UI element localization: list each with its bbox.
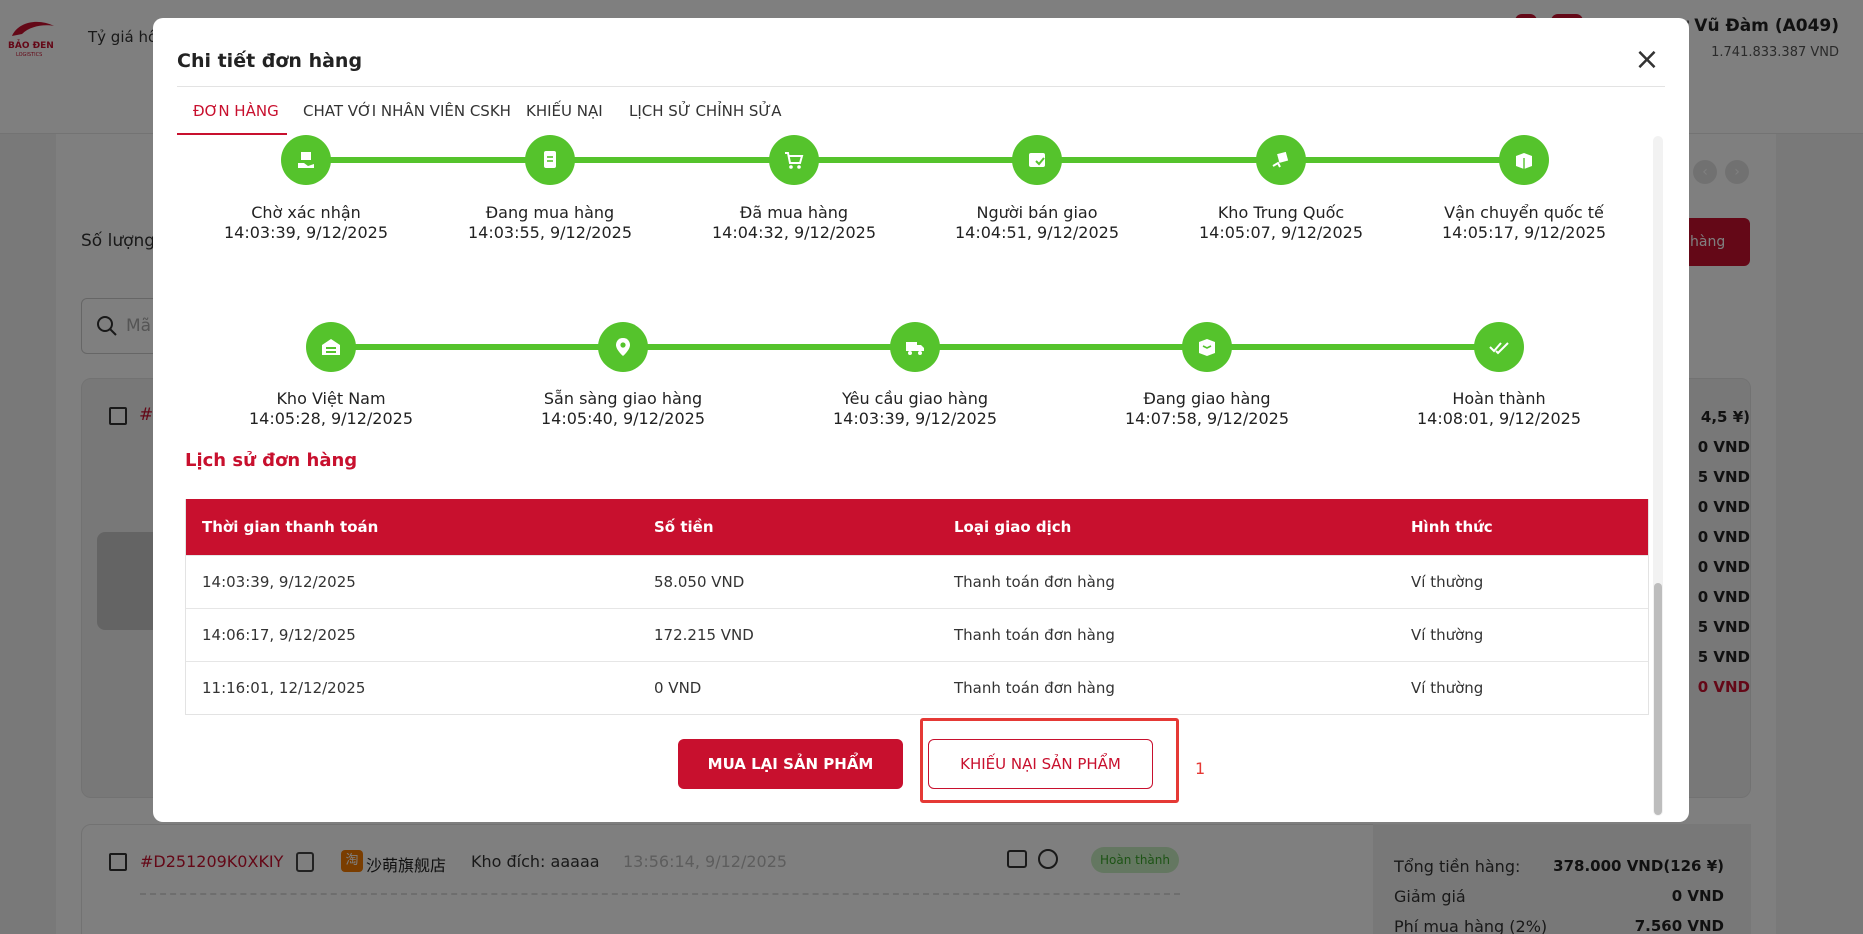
step-label: Đã mua hàng — [739, 203, 849, 222]
timeline-track — [306, 157, 1526, 163]
step-label: Yêu cầu giao hàng — [841, 389, 989, 408]
active-tab-indicator — [177, 133, 287, 135]
step-time: 14:03:55, 9/12/2025 — [467, 223, 633, 242]
tab-order[interactable]: ĐƠN HÀNG — [193, 102, 279, 120]
timeline-step: Hoàn thành 14:08:01, 9/12/2025 — [1379, 389, 1619, 429]
warehouse-icon — [306, 322, 356, 372]
timeline-step: Đang giao hàng 14:07:58, 9/12/2025 — [1087, 389, 1327, 429]
table-cell: Ví thường — [1411, 573, 1484, 591]
double-check-icon — [1474, 322, 1524, 372]
table-cell: 14:06:17, 9/12/2025 — [202, 626, 356, 644]
tab-complaint[interactable]: KHIẾU NẠI — [526, 102, 603, 120]
timeline-step: Đang mua hàng 14:03:55, 9/12/2025 — [430, 203, 670, 243]
step-time: 14:03:39, 9/12/2025 — [832, 409, 998, 428]
table-cell: 14:03:39, 9/12/2025 — [202, 573, 356, 591]
location-pin-icon — [598, 322, 648, 372]
step-label: Kho Việt Nam — [276, 389, 386, 408]
buy-again-button[interactable]: MUA LẠI SẢN PHẨM — [678, 739, 903, 789]
tab-edit-history[interactable]: LỊCH SỬ CHỈNH SỬA — [629, 102, 782, 120]
annotation-highlight-box — [920, 718, 1179, 803]
table-cell: Thanh toán đơn hàng — [954, 626, 1115, 644]
timeline-step: Đã mua hàng 14:04:32, 9/12/2025 — [674, 203, 914, 243]
table-row: 14:06:17, 9/12/2025 172.215 VND Thanh to… — [186, 608, 1648, 661]
tab-chat-support[interactable]: CHAT VỚI NHÂN VIÊN CSKH — [303, 102, 511, 120]
hand-truck-icon — [1256, 135, 1306, 185]
step-label: Đang giao hàng — [1143, 389, 1271, 408]
column-header: Thời gian thanh toán — [202, 518, 379, 536]
timeline-step: Kho Trung Quốc 14:05:07, 9/12/2025 — [1161, 203, 1401, 243]
step-label: Vận chuyển quốc tế — [1444, 203, 1604, 222]
shop-check-icon — [1012, 135, 1062, 185]
table-row: 14:03:39, 9/12/2025 58.050 VND Thanh toá… — [186, 555, 1648, 608]
order-history-title: Lịch sử đơn hàng — [185, 450, 358, 471]
timeline-step: Sẵn sàng giao hàng 14:05:40, 9/12/2025 — [503, 389, 743, 429]
delivery-truck-icon — [890, 322, 940, 372]
modal-title: Chi tiết đơn hàng — [177, 50, 363, 72]
table-cell: 172.215 VND — [654, 626, 754, 644]
timeline-step: Yêu cầu giao hàng 14:03:39, 9/12/2025 — [795, 389, 1035, 429]
payment-history-table: Thời gian thanh toán Số tiền Loại giao d… — [185, 499, 1649, 715]
table-row: 11:16:01, 12/12/2025 0 VND Thanh toán đơ… — [186, 661, 1648, 714]
document-icon — [525, 135, 575, 185]
package-icon — [1182, 322, 1232, 372]
step-time: 14:08:01, 9/12/2025 — [1416, 409, 1582, 428]
step-label: Sẵn sàng giao hàng — [543, 389, 703, 408]
step-label: Đang mua hàng — [485, 203, 615, 222]
step-label: Người bán giao — [976, 203, 1098, 222]
table-cell: Thanh toán đơn hàng — [954, 573, 1115, 591]
table-cell: Ví thường — [1411, 626, 1484, 644]
close-icon[interactable]: × — [1633, 45, 1661, 76]
step-time: 14:03:39, 9/12/2025 — [223, 223, 389, 242]
order-detail-modal: Chi tiết đơn hàng × ĐƠN HÀNG CHAT VỚI NH… — [153, 18, 1689, 822]
open-box-icon — [1499, 135, 1549, 185]
table-cell: 11:16:01, 12/12/2025 — [202, 679, 366, 697]
step-time: 14:05:17, 9/12/2025 — [1441, 223, 1607, 242]
step-label: Kho Trung Quốc — [1217, 203, 1345, 222]
scrollbar-thumb[interactable] — [1654, 583, 1662, 815]
step-time: 14:05:40, 9/12/2025 — [540, 409, 706, 428]
timeline-step: Chờ xác nhận 14:03:39, 9/12/2025 — [186, 203, 426, 243]
step-time: 14:04:32, 9/12/2025 — [711, 223, 877, 242]
table-header: Thời gian thanh toán Số tiền Loại giao d… — [186, 499, 1648, 555]
hand-box-icon — [281, 135, 331, 185]
step-time: 14:05:07, 9/12/2025 — [1198, 223, 1364, 242]
table-cell: Ví thường — [1411, 679, 1484, 697]
timeline-step: Vận chuyển quốc tế 14:05:17, 9/12/2025 — [1404, 203, 1644, 243]
column-header: Loại giao dịch — [954, 518, 1072, 536]
table-cell: 58.050 VND — [654, 573, 745, 591]
step-time: 14:07:58, 9/12/2025 — [1124, 409, 1290, 428]
annotation-number: 1 — [1195, 759, 1206, 778]
timeline-step: Người bán giao 14:04:51, 9/12/2025 — [917, 203, 1157, 243]
column-header: Số tiền — [654, 518, 714, 536]
step-label: Hoàn thành — [1452, 389, 1546, 408]
step-time: 14:04:51, 9/12/2025 — [954, 223, 1120, 242]
table-cell: Thanh toán đơn hàng — [954, 679, 1115, 697]
column-header: Hình thức — [1411, 518, 1493, 536]
step-time: 14:05:28, 9/12/2025 — [248, 409, 414, 428]
step-label: Chờ xác nhận — [251, 203, 361, 222]
timeline-step: Kho Việt Nam 14:05:28, 9/12/2025 — [211, 389, 451, 429]
cart-icon — [769, 135, 819, 185]
table-cell: 0 VND — [654, 679, 702, 697]
divider — [177, 86, 1665, 87]
